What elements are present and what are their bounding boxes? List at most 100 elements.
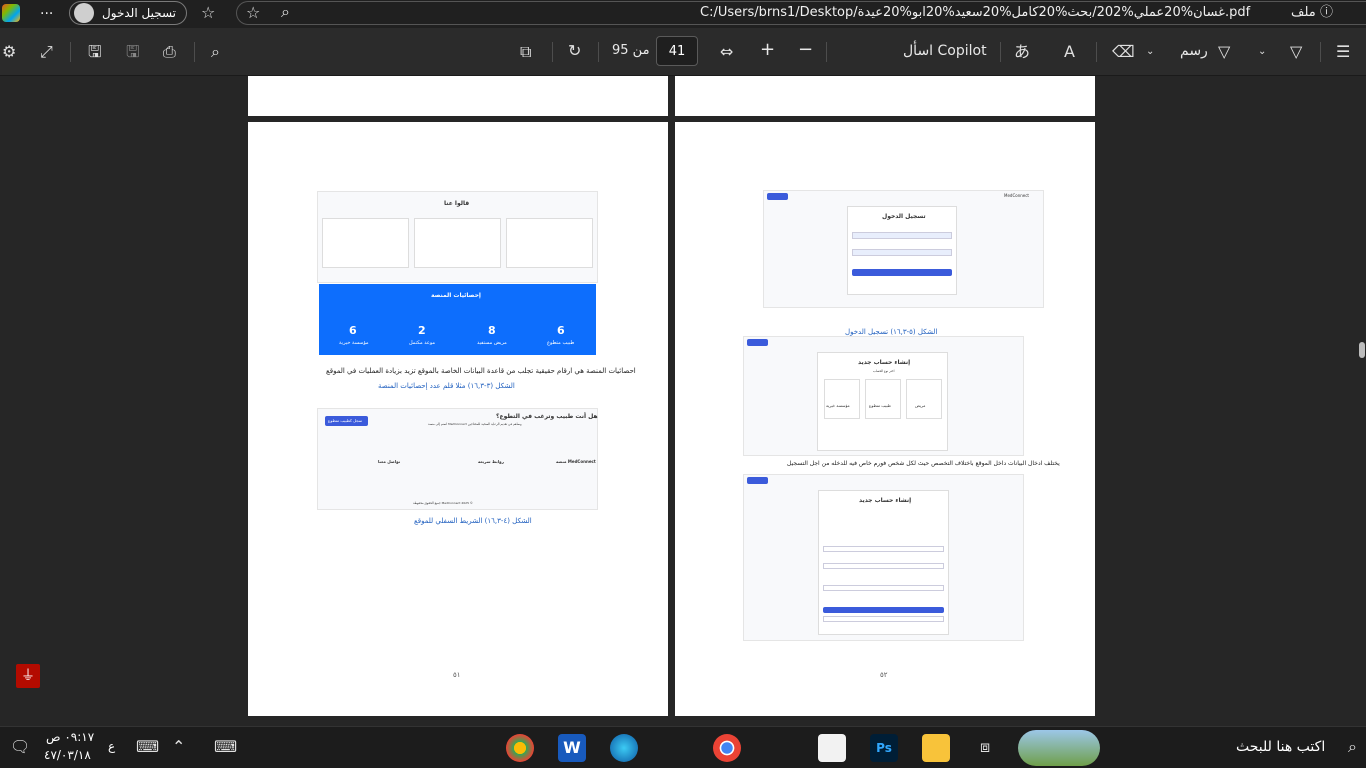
settings-icon[interactable]: ⚙	[2, 44, 16, 60]
keyboard-icon[interactable]: ⌨	[136, 739, 159, 755]
password-field	[852, 249, 952, 256]
task-view-icon[interactable]: ⧈	[980, 739, 990, 755]
stats-paragraph: احصائيات المنصة هي ارقام حقيقية تجلب من …	[326, 367, 636, 375]
footer-contact-title: تواصل معنا	[378, 459, 401, 464]
translate-icon[interactable]: あ	[1014, 44, 1030, 60]
page-number: ٤٩	[453, 76, 461, 78]
figure-caption: الشكل (٣-١٦,٣) مثلا قلم عدد إحصائيات الم…	[378, 382, 515, 390]
touch-keyboard-icon[interactable]: ⌨	[214, 739, 237, 755]
stat-value: 6	[349, 324, 357, 337]
chevron-down-icon[interactable]: ⌄	[1146, 44, 1154, 60]
account-type-option	[824, 379, 860, 419]
page-number: ٥١	[453, 671, 461, 679]
acrobat-icon[interactable]: ⏚	[16, 664, 40, 688]
register-nav-button	[747, 477, 768, 484]
search-box[interactable]: اكتب هنا للبحث	[1236, 739, 1325, 755]
form-field	[823, 563, 944, 569]
cta-subtitle: انضم إلى منصة MedConnect وساهم في تقديم …	[428, 422, 522, 426]
clock-date[interactable]: ٤٧/٠٣/١٨	[44, 748, 91, 762]
figure-caption: الشكل (٥-١٦,٣) تسجيل الدخول	[845, 328, 938, 336]
word-icon[interactable]: W	[558, 734, 586, 762]
stats-figure: إحصائيات المنصة 6 2 8 6 مؤسسة خيرية موعد…	[319, 284, 596, 355]
pdf-viewer[interactable]: ٤٩ ٥٠ قالوا عنا إحصائيات المنصة 6 2 8 6 …	[0, 76, 1366, 716]
pdf-page-left: قالوا عنا إحصائيات المنصة 6 2 8 6 مؤسسة …	[248, 122, 668, 716]
signin-button[interactable]: تسجيل الدخول	[69, 1, 187, 25]
search-icon[interactable]: ⌕	[281, 4, 290, 20]
info-icon[interactable]: ⓘ	[1320, 5, 1333, 21]
copilot-button[interactable]: اسأل Copilot	[903, 43, 987, 59]
avatar-icon	[74, 3, 94, 23]
photoshop-icon[interactable]: Ps	[870, 734, 898, 762]
footer-links-title: روابط سريعة	[478, 459, 504, 464]
back-button	[823, 616, 944, 622]
brand-label: MedConnect	[1004, 193, 1029, 198]
zoom-in-button[interactable]: +	[760, 39, 775, 60]
fit-width-icon[interactable]: ⇔	[720, 44, 733, 60]
more-menu-button[interactable]: ...	[40, 2, 53, 18]
form-field	[823, 546, 944, 552]
highlight-icon[interactable]: ▽	[1290, 44, 1302, 60]
stat-value: 6	[557, 324, 565, 337]
signin-label: تسجيل الدخول	[102, 6, 176, 20]
star-icon[interactable]: ☆	[246, 5, 260, 21]
page-view-icon[interactable]: ⧉	[520, 44, 531, 60]
language-indicator[interactable]: ع	[108, 739, 115, 753]
title-bar: ... تسجيل الدخول ☆ ☆ ⌕ C:/Users/brns1/De…	[0, 0, 1366, 28]
vertical-scrollbar[interactable]	[1358, 76, 1366, 716]
account-type-label: طبيب متطوع	[869, 403, 891, 408]
stat-label: طبيب متطوع	[547, 340, 575, 346]
stat-label: مؤسسة خيرية	[339, 340, 369, 346]
clock-time[interactable]: ٠٩:١٧ ص	[46, 730, 94, 744]
chrome-icon[interactable]	[713, 734, 741, 762]
cta-button-label: سجل كطبيب متطوع	[328, 418, 363, 423]
register-nav-button	[747, 339, 768, 346]
stat-label: موعد مكتمل	[409, 340, 436, 346]
contents-icon[interactable]: ☰	[1336, 44, 1350, 60]
pdf-toolbar: ⚙ ⤢ 🖫 🖫 ⎙ ⌕ ⧉ ↻ من 95 41 ⇔ + − اسأل Copi…	[0, 28, 1366, 76]
draw-pen-icon[interactable]: ▽	[1218, 44, 1230, 60]
account-type-option	[865, 379, 901, 419]
pdf-page-right: MedConnect تسجيل الدخول الشكل (٥-١٦,٣) ت…	[675, 122, 1095, 716]
weather-widget-icon[interactable]	[1018, 730, 1100, 766]
page-count: من 95	[612, 43, 650, 58]
chevron-up-icon[interactable]: ⌃	[172, 739, 185, 755]
read-aloud-icon[interactable]: A	[1064, 44, 1075, 60]
eraser-icon[interactable]: ⌫	[1112, 44, 1135, 60]
notification-icon[interactable]: 🗨	[10, 739, 30, 755]
page-number-input[interactable]: 41	[656, 36, 698, 66]
save-icon[interactable]: 🖫	[126, 44, 140, 60]
file-path: C:/Users/brns1/Desktop/غسان%20عملي%202/ب…	[700, 5, 1251, 20]
stat-value: 2	[418, 324, 426, 337]
rotate-icon[interactable]: ↻	[568, 43, 581, 59]
cta-title: هل أنت طبيب وترغب في التطوع؟	[496, 413, 598, 420]
account-type-label: مريض	[915, 403, 926, 408]
footer-copyright: جميع الحقوق محفوظة MedConnect 2025 ©	[413, 501, 473, 505]
draw-label[interactable]: رسم	[1180, 43, 1208, 59]
stat-value: 8	[488, 324, 496, 337]
fullscreen-icon[interactable]: ⤢	[40, 44, 53, 60]
account-type-label: مؤسسة خيرية	[826, 403, 850, 408]
zoom-out-button[interactable]: −	[798, 39, 813, 60]
find-icon[interactable]: ⌕	[211, 44, 220, 60]
favorites-icon[interactable]: ☆	[201, 5, 215, 21]
username-field	[852, 232, 952, 239]
page-previous-right: ٥٠	[675, 76, 1095, 116]
registration-paragraph: يختلف ادخال البيانات داخل الموقع باختلاف…	[787, 460, 1060, 467]
file-explorer-icon[interactable]	[922, 734, 950, 762]
create-account-subtitle: اختر نوع الحساب	[873, 369, 895, 373]
account-type-figure: إنشاء حساب جديد اختر نوع الحساب مريض طبي…	[743, 336, 1024, 456]
edge-icon[interactable]	[610, 734, 638, 762]
scrollbar-thumb[interactable]	[1359, 342, 1365, 358]
testimonial-card	[414, 218, 501, 268]
chevron-down-icon[interactable]: ⌄	[1258, 44, 1266, 60]
chrome-alt-icon[interactable]	[506, 734, 534, 762]
file-icon[interactable]	[818, 734, 846, 762]
taskbar: 🗨 ٠٩:١٧ ص ٤٧/٠٣/١٨ ع ⌨ ⌃ ⌨ W Ps ⧈ اكتب ه…	[0, 726, 1366, 768]
print-icon[interactable]: ⎙	[163, 44, 176, 60]
login-card: تسجيل الدخول	[847, 206, 957, 295]
page-number: ٥٢	[880, 671, 888, 679]
file-label: ملف	[1291, 5, 1316, 20]
search-icon[interactable]: ⌕	[1348, 739, 1357, 755]
app-logo-icon	[2, 4, 20, 22]
save-as-icon[interactable]: 🖫	[88, 44, 102, 60]
